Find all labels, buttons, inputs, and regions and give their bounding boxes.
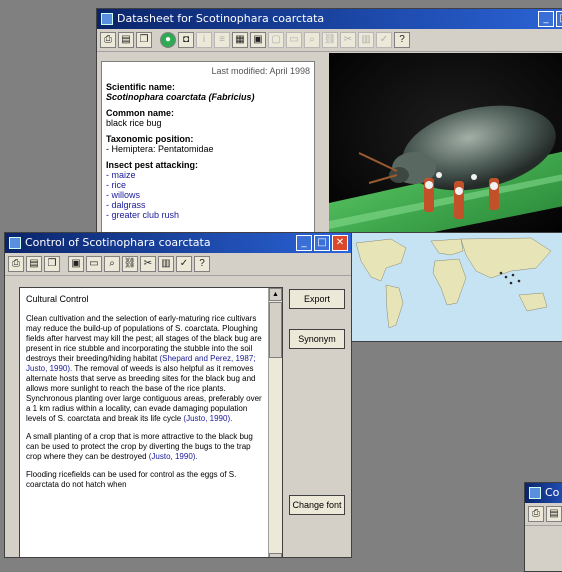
partial-title: Co (545, 486, 560, 499)
citation-link[interactable]: (Justo, 1990). (149, 452, 198, 461)
copy-icon[interactable]: ❐ (44, 256, 60, 272)
sci-name-label: Scientific name: (106, 82, 176, 92)
last-modified: Last modified: April 1998 (211, 66, 310, 76)
doc-icon[interactable]: ▣ (68, 256, 84, 272)
doc-icon[interactable]: ▣ (250, 32, 266, 48)
list-icon[interactable]: ≡ (214, 32, 230, 48)
link-icon[interactable]: ⛓ (122, 256, 138, 272)
scroll-up-icon[interactable]: ▲ (269, 288, 282, 301)
world-map (351, 233, 562, 341)
save-icon[interactable]: ▤ (118, 32, 134, 48)
search-icon[interactable]: ⌕ (304, 32, 320, 48)
chart-icon[interactable]: ▥ (158, 256, 174, 272)
camera-icon[interactable]: ◘ (178, 32, 194, 48)
section-heading: Cultural Control (26, 294, 89, 304)
distribution-map-window (350, 232, 562, 342)
control-text: Cultural Control Clean cultivation and t… (26, 294, 264, 498)
app-icon (101, 13, 113, 25)
taxonomy-value: - Hemiptera: Pentatomidae (106, 144, 214, 154)
scroll-thumb[interactable] (269, 302, 282, 358)
citation-link[interactable]: (Justo, 1990). (183, 414, 232, 423)
chart-icon[interactable]: ▥ (358, 32, 374, 48)
change-font-button[interactable]: Change font (289, 495, 345, 515)
close-button[interactable]: ✕ (332, 235, 348, 251)
insect-photo (329, 53, 562, 239)
partial-window: Co ⎙ ▤ (524, 482, 562, 572)
vertical-scrollbar[interactable]: ▲ ▼ (268, 288, 282, 557)
grid-icon[interactable]: ▦ (232, 32, 248, 48)
cut-icon[interactable]: ✂ (340, 32, 356, 48)
cut-icon[interactable]: ✂ (140, 256, 156, 272)
maximize-button[interactable]: □ (314, 235, 330, 251)
print-icon[interactable]: ⎙ (528, 506, 544, 522)
globe-icon[interactable]: ● (160, 32, 176, 48)
host-link[interactable]: - maize (106, 170, 310, 180)
scroll-down-icon[interactable]: ▼ (269, 553, 282, 557)
hosts-label: Insect pest attacking: (106, 160, 199, 170)
control-window: Control of Scotinophara coarctata _ □ ✕ … (4, 232, 352, 558)
app-icon (529, 487, 541, 499)
card-icon[interactable]: ▭ (286, 32, 302, 48)
copy-icon[interactable]: ❐ (136, 32, 152, 48)
partial-titlebar[interactable]: Co (525, 483, 562, 503)
app-icon (9, 237, 21, 249)
help-icon[interactable]: ? (194, 256, 210, 272)
info-icon[interactable]: i (196, 32, 212, 48)
control-titlebar[interactable]: Control of Scotinophara coarctata _ □ ✕ (5, 233, 351, 253)
host-link[interactable]: - greater club rush (106, 210, 310, 220)
control-toolbar: ⎙ ▤ ❐ ▣ ▭ ⌕ ⛓ ✂ ▥ ✓ ? (5, 253, 351, 276)
link-icon[interactable]: ⛓ (322, 32, 338, 48)
taxonomy-label: Taxonomic position: (106, 134, 194, 144)
check-icon[interactable]: ✓ (376, 32, 392, 48)
minimize-button[interactable]: _ (296, 235, 312, 251)
control-text-frame[interactable]: Cultural Control Clean cultivation and t… (19, 287, 283, 557)
save-icon[interactable]: ▤ (546, 506, 562, 522)
partial-toolbar: ⎙ ▤ (525, 503, 562, 526)
export-button[interactable]: Export (289, 289, 345, 309)
card-icon[interactable]: ▭ (86, 256, 102, 272)
sci-name-value: Scotinophara coarctata (Fabricius) (106, 92, 255, 102)
maximize-button[interactable]: □ (556, 11, 562, 27)
control-title: Control of Scotinophara coarctata (25, 236, 211, 249)
paragraph-text: A small planting of a crop that is more … (26, 432, 253, 461)
datasheet-titlebar[interactable]: Datasheet for Scotinophara coarctata _ □ (97, 9, 562, 29)
help-icon[interactable]: ? (394, 32, 410, 48)
minimize-button[interactable]: _ (538, 11, 554, 27)
check-icon[interactable]: ✓ (176, 256, 192, 272)
host-link[interactable]: - willows (106, 190, 310, 200)
datasheet-text: Last modified: April 1998 Scientific nam… (101, 61, 315, 239)
print-icon[interactable]: ⎙ (8, 256, 24, 272)
datasheet-title: Datasheet for Scotinophara coarctata (117, 12, 325, 25)
page-icon[interactable]: ▢ (268, 32, 284, 48)
print-icon[interactable]: ⎙ (100, 32, 116, 48)
save-icon[interactable]: ▤ (26, 256, 42, 272)
synonym-button[interactable]: Synonym (289, 329, 345, 349)
datasheet-window: Datasheet for Scotinophara coarctata _ □… (96, 8, 562, 240)
datasheet-toolbar: ⎙ ▤ ❐ ● ◘ i ≡ ▦ ▣ ▢ ▭ ⌕ ⛓ ✂ ▥ ✓ ? (97, 29, 562, 52)
host-link[interactable]: - dalgrass (106, 200, 310, 210)
paragraph-text: Flooding ricefields can be used for cont… (26, 470, 237, 489)
search-icon[interactable]: ⌕ (104, 256, 120, 272)
common-name-label: Common name: (106, 108, 175, 118)
common-name-value: black rice bug (106, 118, 162, 128)
host-link[interactable]: - rice (106, 180, 310, 190)
